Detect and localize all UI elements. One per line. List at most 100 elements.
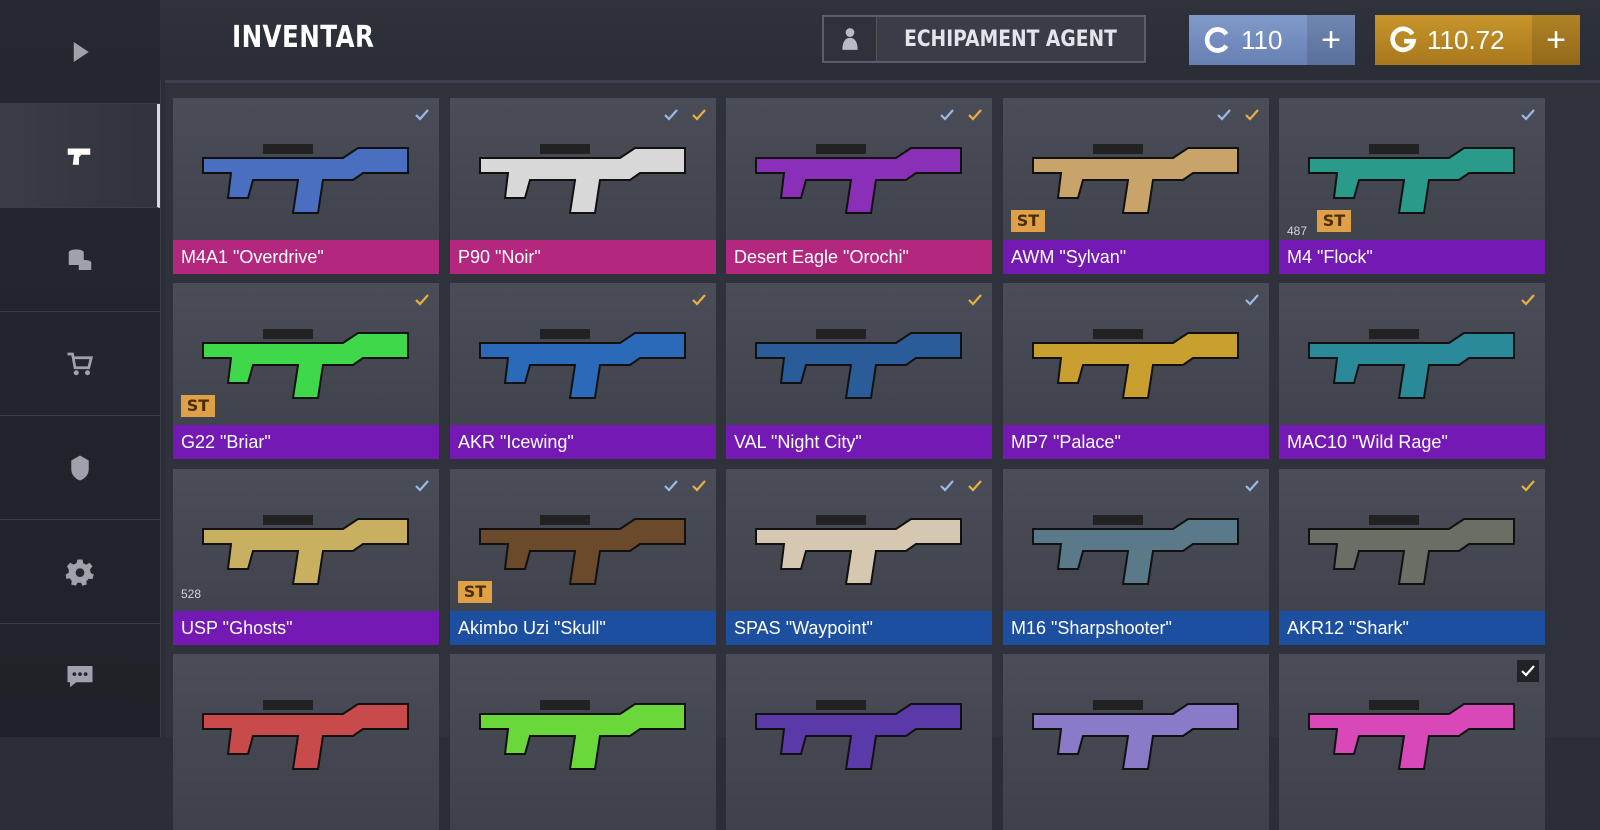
inventory-item-card[interactable]: ST AWM "Sylvan" [1003,98,1269,274]
gear-icon [65,559,94,586]
equipped-ct-check-icon[interactable] [1517,475,1539,497]
inventory-item-card[interactable] [1279,654,1545,830]
inventory-item-card[interactable]: M4A1 "Overdrive" [173,98,439,274]
add-gold-button[interactable]: + [1532,15,1580,65]
equip-checks [1241,289,1263,311]
equipped-t-check-icon[interactable] [660,104,682,126]
sticker-count: 528 [181,587,202,601]
credits-value: 110 [1241,24,1283,55]
equipped-ct-check-icon[interactable] [964,289,986,311]
weapon-image [1032,329,1239,399]
item-name: VAL "Night City" [726,425,992,459]
equip-checks [411,475,433,497]
inventory-item-card[interactable] [173,654,439,830]
inventory-item-card[interactable]: MP7 "Palace" [1003,283,1269,459]
item-name: Akimbo Uzi "Skull" [450,611,716,645]
weapon-image [202,144,409,214]
inventory-item-card[interactable]: ST 487 M4 "Flock" [1279,98,1545,274]
inventory-item-card[interactable]: 528 USP "Ghosts" [173,469,439,645]
weapon-image [755,144,962,214]
inventory-item-card[interactable] [1003,654,1269,830]
item-name: MP7 "Palace" [1003,425,1269,459]
stattrack-badge: ST [1317,210,1351,232]
equip-checks [936,104,986,126]
sidebar-item-shop[interactable] [0,312,160,416]
inventory-item-card[interactable]: AKR "Icewing" [450,283,716,459]
equipped-ct-check-icon[interactable] [964,475,986,497]
item-name: M16 "Sharpshooter" [1003,611,1269,645]
equip-checks [688,289,710,311]
weapon-image [1308,329,1515,399]
equip-checks [1517,475,1539,497]
item-name: G22 "Briar" [173,425,439,459]
sidebar [0,0,161,737]
credits-display: 110 + [1189,15,1355,65]
weapon-image [479,700,686,770]
weapon-image [1032,515,1239,585]
equipped-t-check-icon[interactable] [1517,104,1539,126]
equipped-t-check-icon[interactable] [411,475,433,497]
inventory-item-card[interactable]: VAL "Night City" [726,283,992,459]
weapon-image [479,515,686,585]
play-icon [73,41,89,62]
equipped-t-check-icon[interactable] [1241,475,1263,497]
equip-checks [660,475,710,497]
weapon-image [1308,515,1515,585]
inventory-item-card[interactable]: ST G22 "Briar" [173,283,439,459]
equipped-t-check-icon[interactable] [936,475,958,497]
sidebar-item-currency[interactable] [0,208,160,312]
equipped-ct-check-icon[interactable] [1517,289,1539,311]
equip-checks [411,289,433,311]
equipped-t-check-icon[interactable] [660,475,682,497]
item-name: Desert Eagle "Orochi" [726,240,992,274]
inventory-grid: M4A1 "Overdrive" P90 "Noir" Desert Eagle… [165,80,1600,830]
sidebar-item-play[interactable] [0,0,160,104]
weapon-image [755,700,962,770]
weapon-image [1032,700,1239,770]
stattrack-badge: ST [458,581,492,603]
equipped-t-check-icon[interactable] [411,104,433,126]
equipped-t-check-icon[interactable] [1241,289,1263,311]
sidebar-item-settings[interactable] [0,520,160,624]
weapon-image [202,700,409,770]
equip-checks [1517,104,1539,126]
agent-button-label: ECHIPAMENT AGENT [904,26,1117,52]
equipped-t-check-icon[interactable] [1517,660,1539,682]
inventory-item-card[interactable]: MAC10 "Wild Rage" [1279,283,1545,459]
inventory-item-card[interactable]: SPAS "Waypoint" [726,469,992,645]
item-name: M4 "Flock" [1279,240,1545,274]
sidebar-item-chat[interactable] [0,624,160,728]
inventory-item-card[interactable]: Desert Eagle "Orochi" [726,98,992,274]
equipped-ct-check-icon[interactable] [964,104,986,126]
chat-icon [67,666,93,688]
equip-checks [964,289,986,311]
equipped-ct-check-icon[interactable] [688,289,710,311]
agent-equipment-button[interactable]: ECHIPAMENT AGENT [822,15,1146,63]
equip-checks [1517,289,1539,311]
sticker-count: 487 [1287,224,1308,238]
add-credits-button[interactable]: + [1307,15,1355,65]
equipped-t-check-icon[interactable] [936,104,958,126]
inventory-item-card[interactable]: M16 "Sharpshooter" [1003,469,1269,645]
equipped-ct-check-icon[interactable] [1241,104,1263,126]
equip-checks [660,104,710,126]
inventory-item-card[interactable] [450,654,716,830]
stattrack-badge: ST [181,395,215,417]
agent-icon-box [824,17,877,61]
inventory-item-card[interactable]: P90 "Noir" [450,98,716,274]
item-name: MAC10 "Wild Rage" [1279,425,1545,459]
equipped-t-check-icon[interactable] [1213,104,1235,126]
weapon-image [755,515,962,585]
sidebar-item-clan[interactable] [0,416,160,520]
page-title: INVENTAR [232,20,375,55]
inventory-item-card[interactable] [726,654,992,830]
inventory-item-card[interactable]: ST Akimbo Uzi "Skull" [450,469,716,645]
equipped-ct-check-icon[interactable] [411,289,433,311]
equipped-ct-check-icon[interactable] [688,475,710,497]
gold-value: 110.72 [1427,24,1505,55]
equipped-ct-check-icon[interactable] [688,104,710,126]
weapon-image [479,329,686,399]
inventory-item-card[interactable]: AKR12 "Shark" [1279,469,1545,645]
sidebar-item-inventory[interactable] [0,104,160,208]
cart-icon [67,352,94,375]
